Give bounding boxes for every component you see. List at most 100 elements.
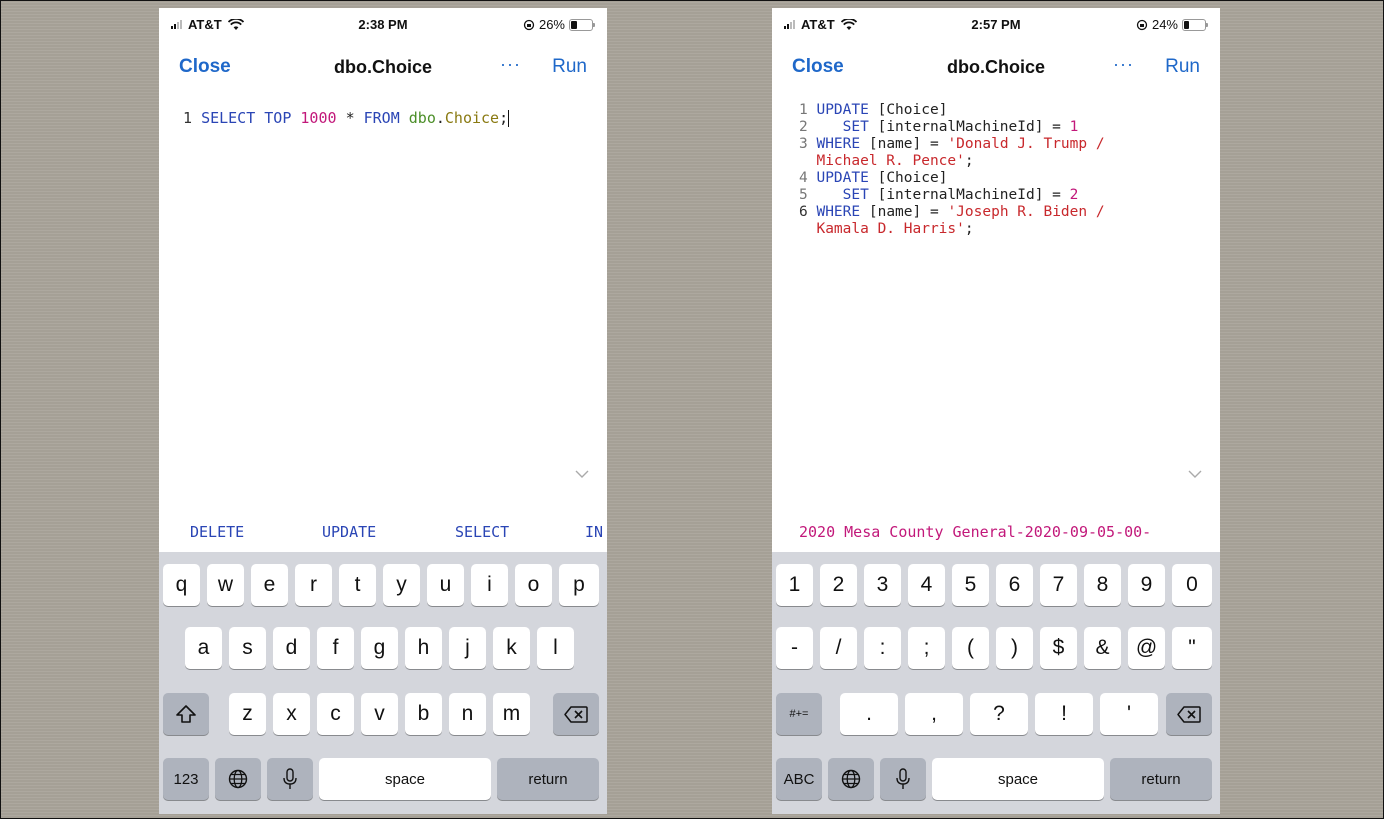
code-line-5: 5 SET [internalMachineId] = 2	[799, 187, 1210, 204]
key-s[interactable]: s	[229, 627, 266, 669]
key-j[interactable]: j	[449, 627, 486, 669]
key-b[interactable]: b	[405, 693, 442, 735]
key-i[interactable]: i	[471, 564, 508, 606]
key-e[interactable]: e	[251, 564, 288, 606]
key-u[interactable]: u	[427, 564, 464, 606]
key-at[interactable]: @	[1128, 627, 1165, 669]
phone-screen-left: AT&T 2:38 PM 26% Close dbo.Choice ··· Ru…	[159, 8, 607, 814]
key-a[interactable]: a	[185, 627, 222, 669]
key-semicolon[interactable]: ;	[908, 627, 945, 669]
page-title: dbo.Choice	[334, 57, 432, 77]
key-close-paren[interactable]: )	[996, 627, 1033, 669]
return-key[interactable]: return	[1110, 758, 1212, 800]
line-number: 5	[799, 187, 808, 203]
key-2[interactable]: 2	[820, 564, 857, 606]
code-line-3-wrap: Michael R. Pence';	[799, 153, 1210, 170]
line-number: 4	[799, 170, 808, 186]
keyword: WHERE	[816, 136, 861, 152]
letters-mode-key[interactable]: ABC	[776, 758, 822, 800]
page-title: dbo.Choice	[947, 57, 1045, 77]
key-c[interactable]: c	[317, 693, 354, 735]
key-6[interactable]: 6	[996, 564, 1033, 606]
more-options-button[interactable]: ···	[500, 54, 521, 75]
suggestion-select[interactable]: SELECT	[455, 523, 509, 541]
key-o[interactable]: o	[515, 564, 552, 606]
key-slash[interactable]: /	[820, 627, 857, 669]
key-t[interactable]: t	[339, 564, 376, 606]
run-button[interactable]: Run	[552, 56, 587, 78]
key-x[interactable]: x	[273, 693, 310, 735]
key-quote[interactable]: "	[1172, 627, 1212, 669]
keyword: WHERE	[816, 204, 861, 220]
key-period[interactable]: .	[840, 693, 898, 735]
dictation-key[interactable]	[880, 758, 926, 800]
key-7[interactable]: 7	[1040, 564, 1077, 606]
battery-percent: 24%	[1151, 17, 1178, 32]
key-comma[interactable]: ,	[905, 693, 963, 735]
key-w[interactable]: w	[207, 564, 244, 606]
key-apostrophe[interactable]: '	[1100, 693, 1158, 735]
key-l[interactable]: l	[537, 627, 574, 669]
string-literal: 'Joseph R. Biden /	[947, 204, 1105, 220]
key-d[interactable]: d	[273, 627, 310, 669]
key-v[interactable]: v	[361, 693, 398, 735]
key-ampersand[interactable]: &	[1084, 627, 1121, 669]
shift-icon	[176, 705, 196, 723]
key-open-paren[interactable]: (	[952, 627, 989, 669]
backspace-icon	[564, 705, 588, 723]
suggestion-insert[interactable]: IN	[585, 523, 603, 541]
key-1[interactable]: 1	[776, 564, 813, 606]
sql-editor[interactable]: 1 SELECT TOP 1000 * FROM dbo.Choice;	[183, 110, 597, 127]
key-f[interactable]: f	[317, 627, 354, 669]
backspace-key[interactable]	[553, 693, 599, 735]
key-k[interactable]: k	[493, 627, 530, 669]
key-p[interactable]: p	[559, 564, 599, 606]
code-line-1: 1 UPDATE [Choice]	[799, 102, 1210, 119]
key-exclamation[interactable]: !	[1035, 693, 1093, 735]
numbers-mode-key[interactable]: 123	[163, 758, 209, 800]
space-key[interactable]: space	[932, 758, 1104, 800]
code-line-2: 2 SET [internalMachineId] = 1	[799, 119, 1210, 136]
string-literal: Kamala D. Harris'	[816, 221, 965, 237]
sql-editor[interactable]: 1 UPDATE [Choice] 2 SET [internalMachine…	[799, 102, 1210, 238]
keyboard: q w e r t y u i o p a s d f g h j k l z …	[159, 552, 607, 814]
globe-key[interactable]	[215, 758, 261, 800]
dictation-key[interactable]	[267, 758, 313, 800]
key-r[interactable]: r	[295, 564, 332, 606]
more-options-button[interactable]: ···	[1113, 54, 1134, 75]
more-symbols-key[interactable]: #+=	[776, 693, 822, 735]
shift-key[interactable]	[163, 693, 209, 735]
key-dollar[interactable]: $	[1040, 627, 1077, 669]
keyword-suggestion-bar: DELETE UPDATE SELECT IN	[159, 510, 607, 552]
key-0[interactable]: 0	[1172, 564, 1212, 606]
key-y[interactable]: y	[383, 564, 420, 606]
battery-icon	[569, 18, 595, 31]
database-suggestion[interactable]: 2020 Mesa County General-2020-09-05-00-	[799, 523, 1151, 541]
backspace-key[interactable]	[1166, 693, 1212, 735]
key-q[interactable]: q	[163, 564, 200, 606]
suggestion-bar: 2020 Mesa County General-2020-09-05-00-	[772, 510, 1220, 552]
key-4[interactable]: 4	[908, 564, 945, 606]
space-key[interactable]: space	[319, 758, 491, 800]
key-g[interactable]: g	[361, 627, 398, 669]
key-3[interactable]: 3	[864, 564, 901, 606]
run-button[interactable]: Run	[1165, 56, 1200, 78]
key-n[interactable]: n	[449, 693, 486, 735]
key-8[interactable]: 8	[1084, 564, 1121, 606]
key-9[interactable]: 9	[1128, 564, 1165, 606]
key-hyphen[interactable]: -	[776, 627, 813, 669]
key-z[interactable]: z	[229, 693, 266, 735]
return-key[interactable]: return	[497, 758, 599, 800]
suggestion-delete[interactable]: DELETE	[190, 523, 244, 541]
chevron-down-icon[interactable]	[1188, 470, 1202, 478]
microphone-icon	[896, 768, 910, 789]
dot: .	[435, 109, 445, 127]
key-colon[interactable]: :	[864, 627, 901, 669]
key-h[interactable]: h	[405, 627, 442, 669]
suggestion-update[interactable]: UPDATE	[322, 523, 376, 541]
chevron-down-icon[interactable]	[575, 470, 589, 478]
key-m[interactable]: m	[493, 693, 530, 735]
key-5[interactable]: 5	[952, 564, 989, 606]
globe-key[interactable]	[828, 758, 874, 800]
key-question[interactable]: ?	[970, 693, 1028, 735]
